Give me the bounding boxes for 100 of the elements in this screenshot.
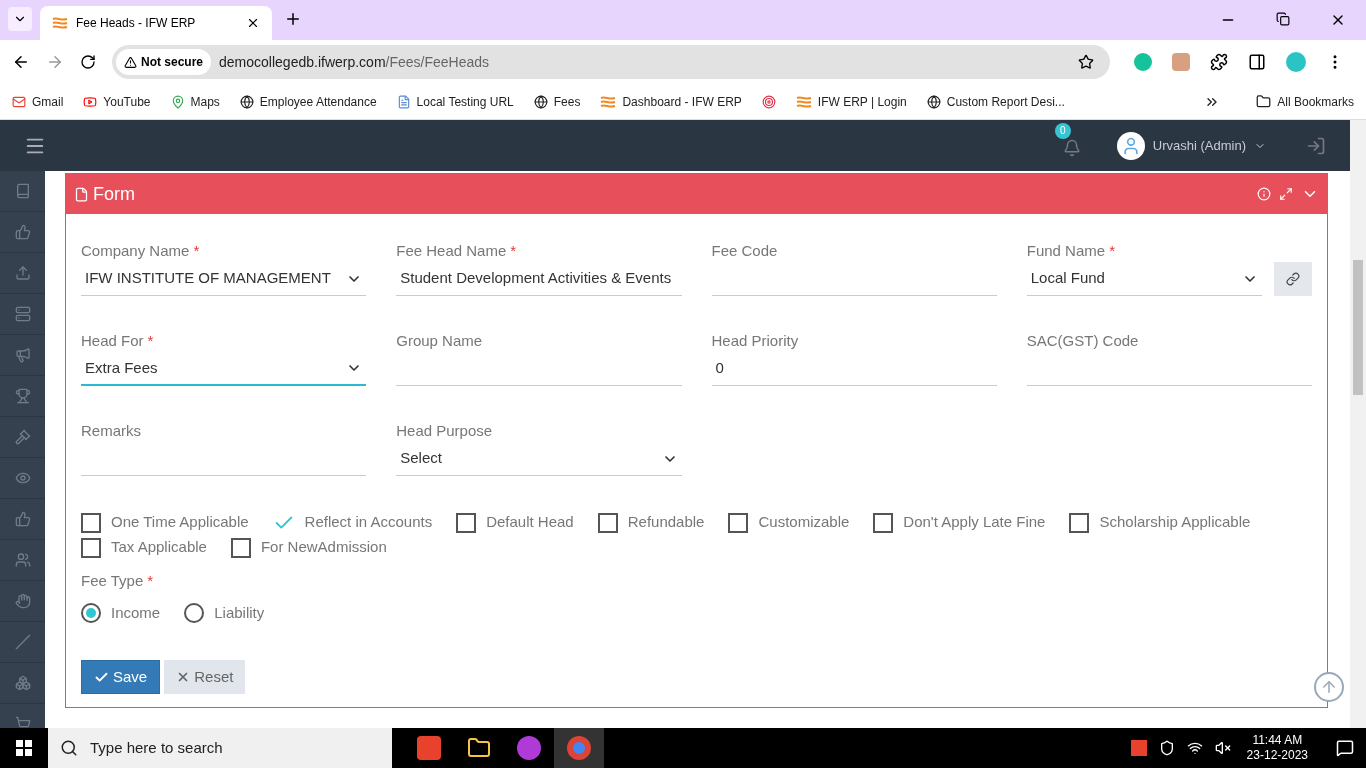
select-field[interactable]: Local Fund (1026, 262, 1262, 296)
checkbox-label: Reflect in Accounts (304, 512, 433, 533)
sidebar-icon[interactable] (14, 716, 31, 728)
sidebar-icon[interactable] (14, 634, 31, 650)
folder-icon[interactable] (467, 736, 491, 760)
bookmark-item[interactable]: YouTube (83, 92, 151, 111)
shield-icon[interactable] (1158, 740, 1175, 756)
bookmark-icon (396, 94, 411, 109)
bookmark-item[interactable]: Employee Attendance (239, 92, 377, 111)
restore-icon[interactable] (1276, 12, 1290, 26)
field-label: Fee Code (711, 242, 778, 259)
radio-label: Income (111, 602, 161, 623)
user-menu[interactable]: Urvashi (Admin) (1116, 131, 1266, 160)
bookmark-item[interactable]: Dashboard - IFW ERP (600, 92, 742, 111)
radio-label: Liability (214, 602, 265, 623)
checkbox-label: Tax Applicable (111, 537, 207, 558)
sidebar-icon[interactable] (14, 183, 31, 199)
sidebar-icon[interactable] (14, 347, 31, 363)
link-button[interactable] (1274, 262, 1312, 296)
reload-icon[interactable] (80, 54, 96, 70)
select-field[interactable]: IFW INSTITUTE OF MANAGEMENT (81, 262, 367, 296)
select-field[interactable]: Extra Fees (81, 352, 367, 386)
radio-button[interactable] (81, 602, 101, 623)
input-field[interactable]: 0 (711, 352, 997, 386)
bookmark-item[interactable]: Fees (533, 92, 581, 111)
app-icon[interactable] (417, 736, 441, 760)
muted-speaker-icon[interactable] (1214, 740, 1231, 756)
checkbox[interactable] (230, 537, 251, 558)
warning-icon (124, 55, 137, 69)
sidebar-icon[interactable] (14, 593, 31, 609)
app-tray-icon[interactable] (1130, 740, 1147, 756)
notification-center-icon[interactable] (1336, 739, 1354, 757)
scrollbar-thumb[interactable] (1353, 260, 1363, 395)
bookmark-item[interactable]: Local Testing URL (396, 92, 514, 111)
bookmark-item[interactable]: Maps (170, 92, 220, 111)
sidebar-icon[interactable] (14, 429, 31, 445)
checkbox[interactable] (1069, 512, 1090, 533)
sidebar-icon[interactable] (14, 306, 31, 322)
info-icon[interactable] (1257, 187, 1271, 201)
expand-icon[interactable] (1279, 187, 1293, 201)
checkbox[interactable] (81, 512, 101, 533)
bookmark-icon (12, 94, 26, 109)
checkbox[interactable] (456, 512, 477, 533)
field-value: Select (400, 448, 442, 469)
field-label: Group Name (396, 332, 483, 349)
chrome-icon[interactable] (567, 736, 591, 760)
address-bar[interactable]: Not secure democollegedb.ifwerp.com/Fees/FeeHeads (112, 45, 1110, 79)
scroll-to-top-icon[interactable] (1314, 672, 1344, 702)
tab-list-button[interactable] (8, 7, 32, 31)
field-value: 0 (715, 358, 724, 379)
extension-icon[interactable] (1134, 53, 1152, 71)
radio-button[interactable] (184, 602, 205, 623)
reset-button[interactable]: Reset (164, 660, 246, 694)
input-field[interactable]: Student Development Activities & Events (396, 262, 682, 296)
puzzle-icon[interactable] (1210, 53, 1228, 71)
checkbox[interactable] (597, 512, 618, 533)
bookmark-icon (170, 94, 185, 109)
new-tab-icon[interactable] (284, 10, 302, 28)
sidebar-icon[interactable] (14, 224, 31, 240)
sidebar-icon[interactable] (14, 552, 31, 568)
logout-icon[interactable] (1306, 135, 1326, 156)
notification-bell-icon[interactable] (1062, 138, 1081, 157)
wifi-icon[interactable] (1186, 740, 1203, 756)
card-title: Form (93, 182, 135, 206)
security-chip[interactable]: Not secure (116, 49, 212, 75)
close-icon[interactable] (246, 16, 260, 30)
taskbar-search-field[interactable]: Type here to search (48, 728, 392, 768)
checkbox-label: Scholarship Applicable (1099, 512, 1251, 533)
sidebar-icon[interactable] (14, 265, 31, 281)
save-button[interactable]: Save (81, 660, 161, 694)
bookmark-star-icon[interactable] (1078, 54, 1094, 70)
bookmark-item[interactable]: IFW ERP | Login (795, 92, 907, 111)
checkbox[interactable] (81, 537, 101, 558)
sidebar-icon[interactable] (14, 470, 31, 486)
checkbox-label: Refundable (627, 512, 705, 533)
bookmark-item[interactable]: Gmail (12, 92, 64, 111)
checkbox[interactable] (873, 512, 894, 533)
clock-time: 11:44 AM (1252, 733, 1303, 748)
bookmark-item[interactable]: Custom Report Desi... (926, 92, 1065, 111)
side-panel-icon[interactable] (1248, 53, 1266, 71)
field-value: Local Fund (1030, 268, 1105, 289)
bookmark-icon (761, 94, 776, 109)
field-label: Fee Head Name (396, 242, 507, 259)
bookmark-item[interactable] (761, 94, 776, 109)
back-icon[interactable] (12, 53, 30, 71)
browser-tab[interactable]: Fee Heads - IFW ERP (40, 6, 272, 40)
tab-title: Fee Heads - IFW ERP (76, 15, 197, 32)
checkbox[interactable] (728, 512, 749, 533)
app-icon[interactable] (517, 736, 541, 760)
sidebar-icon[interactable] (14, 675, 31, 691)
forward-icon[interactable] (46, 53, 64, 71)
required-mark: * (510, 242, 517, 259)
sidebar-icon[interactable] (14, 511, 31, 527)
checkbox-label: Default Head (486, 512, 574, 533)
select-field[interactable]: Select (396, 442, 682, 476)
all-bookmarks[interactable]: All Bookmarks (1256, 92, 1354, 111)
sidebar-icon[interactable] (14, 388, 31, 404)
bookmark-icon (926, 94, 941, 109)
windows-logo-icon[interactable] (16, 740, 32, 756)
required-mark: * (1109, 242, 1115, 259)
